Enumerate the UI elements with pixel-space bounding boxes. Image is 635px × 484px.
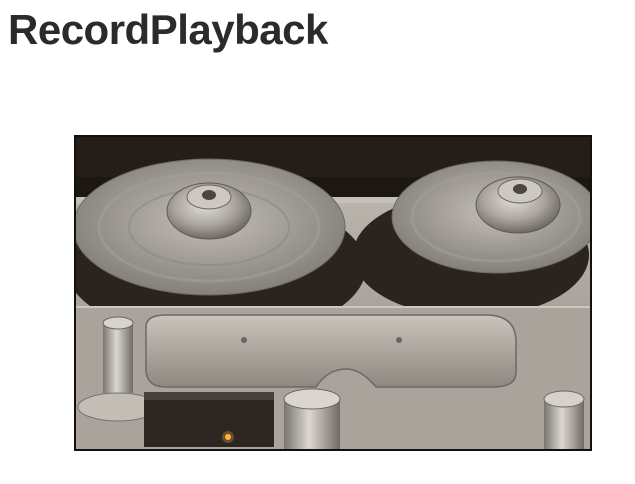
- tape-recorder-illustration: [76, 137, 590, 449]
- tape-recorder-photo: [74, 135, 592, 451]
- page-title: RecordPlayback: [8, 6, 328, 53]
